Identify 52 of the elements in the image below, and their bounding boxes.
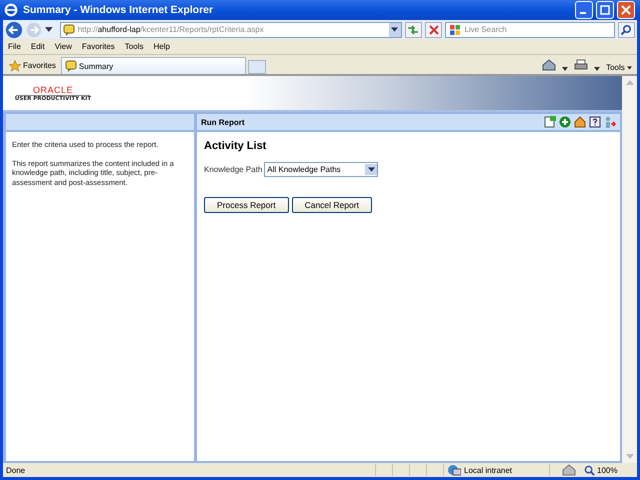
knowledge-path-dropdown[interactable]: All Knowledge Paths <box>264 162 378 177</box>
menu-item[interactable]: Tools <box>124 42 144 51</box>
page-icon <box>62 24 75 36</box>
status-text: Done <box>6 466 26 474</box>
browser-icon <box>4 3 18 17</box>
refresh-arrows-icon <box>407 24 420 36</box>
close-button[interactable] <box>617 1 635 19</box>
printer-icon[interactable] <box>574 59 588 71</box>
report-title: Activity List <box>204 140 268 152</box>
menu-item[interactable]: View <box>54 42 72 51</box>
maximize-button[interactable] <box>596 1 614 19</box>
minimize-button[interactable] <box>575 1 593 19</box>
menu-item[interactable]: Help <box>153 42 170 51</box>
windows-flag-icon <box>449 24 462 36</box>
export-icon[interactable] <box>544 116 556 128</box>
home-icon[interactable] <box>542 59 556 71</box>
caret-icon[interactable] <box>594 67 600 71</box>
back-button[interactable] <box>5 20 23 38</box>
stop-button[interactable] <box>425 22 442 38</box>
search-icon <box>620 24 632 36</box>
caret-icon <box>368 167 375 172</box>
address-dropdown-button[interactable] <box>388 22 401 36</box>
field-label: Knowledge Path <box>204 165 262 174</box>
window-title: Summary - Windows Internet Explorer <box>23 4 214 16</box>
menu-item[interactable]: Edit <box>30 42 45 51</box>
favorites-button[interactable]: Favorites <box>6 57 59 74</box>
help-icon[interactable] <box>589 116 601 128</box>
zoom-control[interactable]: 100% <box>578 464 634 476</box>
star-icon <box>9 60 21 72</box>
search-button[interactable] <box>618 22 635 38</box>
zoom-icon <box>584 464 595 476</box>
caret-icon[interactable] <box>562 67 568 71</box>
search-field[interactable]: Live Search <box>445 22 615 38</box>
history-dropdown-icon[interactable] <box>45 27 53 32</box>
cancel-report-button[interactable]: Cancel Report <box>292 197 372 213</box>
caret-icon <box>391 27 398 32</box>
menu-item[interactable]: Favorites <box>82 42 115 51</box>
address-field[interactable]: http://ahufford-lap/kcenter11/Reports/rptCriteria.aspx <box>60 22 402 38</box>
tools-button[interactable]: Tools <box>604 63 634 74</box>
home-icon[interactable] <box>574 116 586 128</box>
panel-title: Run Report <box>201 118 245 126</box>
minimize-icon <box>580 12 586 14</box>
page-icon <box>64 60 77 72</box>
close-icon <box>621 5 631 15</box>
browser-tab[interactable]: Summary <box>60 57 246 74</box>
globe-icon <box>447 464 461 476</box>
caret-icon <box>627 66 632 70</box>
maximize-icon <box>600 5 610 15</box>
process-report-button[interactable]: Process Report <box>204 197 289 213</box>
menu-item[interactable]: File <box>8 42 21 51</box>
close-icon <box>428 24 440 36</box>
security-zone: Local intranet <box>464 466 512 474</box>
